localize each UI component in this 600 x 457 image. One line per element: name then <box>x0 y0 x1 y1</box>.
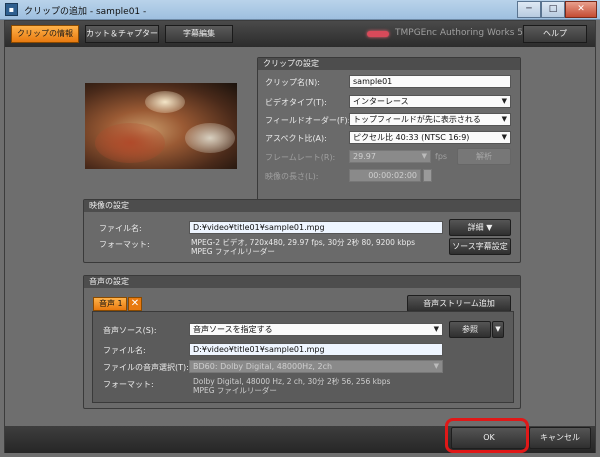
audio-format-line2: MPEG ファイルリーダー <box>193 386 277 395</box>
window-title: クリップの追加 - sample01 - <box>24 7 147 17</box>
video-format-line1: MPEG-2 ビデオ, 720x480, 29.97 fps, 30分 2秒 8… <box>191 238 416 247</box>
length-spinner <box>423 169 432 182</box>
clip-name-input[interactable]: sample01 <box>349 75 511 88</box>
audio-file-path[interactable]: D:¥video¥title01¥sample01.mpg <box>189 343 443 356</box>
add-audio-stream-button[interactable]: 音声ストリーム追加 <box>407 295 511 312</box>
audio-source-value: 音声ソースを指定する <box>193 325 273 334</box>
aspect-ratio-select[interactable]: ピクセル比 40:33 (NTSC 16:9) ▼ <box>349 131 511 144</box>
field-order-label: フィールドオーダー(F): <box>265 116 351 125</box>
chevron-down-icon: ▼ <box>433 362 439 370</box>
field-order-value: トップフィールドが先に表示される <box>353 115 481 124</box>
audio-settings-header: 音声の設定 <box>84 276 520 288</box>
chevron-down-icon: ▼ <box>421 152 427 160</box>
tab-clip-info[interactable]: クリップの情報 <box>11 25 79 43</box>
tab-audio-1[interactable]: 音声 1 <box>93 297 127 311</box>
video-format-label: フォーマット: <box>99 240 150 249</box>
app-icon: ▪ <box>5 3 18 16</box>
minimize-button[interactable]: ─ <box>517 1 541 18</box>
app-body: クリップの情報 カット＆チャプター 字幕編集 TMPGEnc Authoring… <box>4 20 596 453</box>
tab-bar: クリップの情報 カット＆チャプター 字幕編集 TMPGEnc Authoring… <box>5 21 595 47</box>
audio-format-label: フォーマット: <box>103 380 154 389</box>
analyze-button: 解析 <box>457 148 511 165</box>
audio-format-line1: Dolby Digital, 48000 Hz, 2 ch, 30分 2秒 56… <box>193 377 391 386</box>
browse-button[interactable]: 参照 <box>449 321 491 338</box>
video-file-label: ファイル名: <box>99 224 142 233</box>
chevron-down-icon: ▼ <box>501 115 507 123</box>
clip-thumbnail <box>85 83 237 169</box>
source-subtitle-button[interactable]: ソース字幕設定 <box>449 238 511 255</box>
file-audio-select: BD60: Dolby Digital, 48000Hz, 2ch ▼ <box>189 360 443 373</box>
tab-cut-chapter[interactable]: カット＆チャプター <box>85 25 159 43</box>
browse-menu-button[interactable]: ▼ <box>492 321 504 338</box>
details-label: 詳細 <box>467 223 484 232</box>
chevron-down-icon: ▼ <box>501 133 507 141</box>
close-button[interactable]: ✕ <box>565 1 597 18</box>
window-titlebar: ▪ クリップの追加 - sample01 - ─ □ ✕ <box>0 0 600 20</box>
video-type-value: インターレース <box>353 97 409 106</box>
chevron-down-icon: ▼ <box>495 325 501 333</box>
chevron-down-icon: ▼ <box>501 97 507 105</box>
audio-source-label: 音声ソース(S): <box>103 326 157 335</box>
video-length-label: 映像の長さ(L): <box>265 172 319 181</box>
details-button[interactable]: 詳細 ▼ <box>449 219 511 236</box>
brand-logo: TMPGEnc Authoring Works 5 <box>395 28 524 38</box>
video-settings-header: 映像の設定 <box>84 200 520 212</box>
file-audio-select-label: ファイルの音声選択(T): <box>103 363 189 372</box>
framerate-value: 29.97 <box>353 152 376 161</box>
chevron-down-icon: ▼ <box>433 325 439 333</box>
video-type-label: ビデオタイプ(T): <box>265 98 327 107</box>
video-format-line2: MPEG ファイルリーダー <box>191 247 275 256</box>
framerate-select: 29.97 ▼ <box>349 150 431 163</box>
aspect-ratio-label: アスペクト比(A): <box>265 134 327 143</box>
audio-source-select[interactable]: 音声ソースを指定する ▼ <box>189 323 443 336</box>
ok-highlight-ring <box>445 418 529 453</box>
chevron-down-icon: ▼ <box>486 223 493 232</box>
field-order-select[interactable]: トップフィールドが先に表示される ▼ <box>349 113 511 126</box>
brand-led-icon <box>367 31 389 37</box>
clip-name-label: クリップ名(N): <box>265 78 320 87</box>
video-type-select[interactable]: インターレース ▼ <box>349 95 511 108</box>
maximize-button[interactable]: □ <box>541 1 565 18</box>
file-audio-value: BD60: Dolby Digital, 48000Hz, 2ch <box>193 362 333 371</box>
tab-subtitle-edit[interactable]: 字幕編集 <box>165 25 233 43</box>
clip-settings-header: クリップの設定 <box>258 58 520 70</box>
aspect-ratio-value: ピクセル比 40:33 (NTSC 16:9) <box>353 133 470 142</box>
fps-unit: fps <box>435 152 448 161</box>
video-length-field: 00:00:02:00 <box>349 169 421 182</box>
video-file-path[interactable]: D:¥video¥title01¥sample01.mpg <box>189 221 443 234</box>
help-button[interactable]: ヘルプ <box>523 25 587 43</box>
close-icon[interactable]: ✕ <box>128 297 142 311</box>
framerate-label: フレームレート(R): <box>265 153 336 162</box>
cancel-button[interactable]: キャンセル <box>529 427 591 449</box>
audio-file-label: ファイル名: <box>103 346 146 355</box>
